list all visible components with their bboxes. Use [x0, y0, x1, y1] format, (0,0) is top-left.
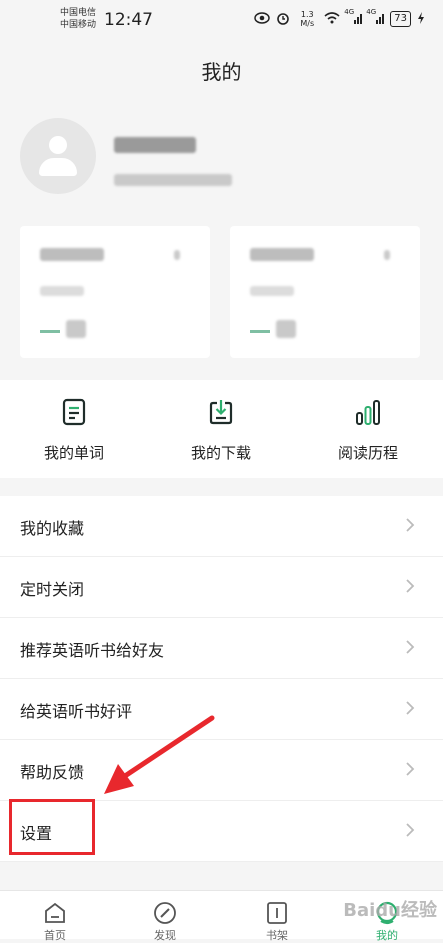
menu-item-label: 帮助反馈 — [20, 763, 85, 782]
eye-icon — [254, 11, 271, 27]
tab-discover[interactable]: 发现 — [110, 891, 220, 943]
user-subtitle-blurred — [114, 174, 232, 186]
quick-action-label: 我的单词 — [43, 444, 104, 462]
chevron-right-icon — [406, 579, 415, 593]
status-time: 12:47 — [104, 10, 153, 30]
battery-indicator: 73 — [390, 11, 411, 27]
quick-action-label: 我的下载 — [190, 444, 251, 462]
stats-card-left[interactable] — [20, 226, 210, 358]
watermark: Baidu经验 — [343, 900, 437, 921]
carrier-2: 中国移动 — [60, 20, 97, 30]
menu-item-label: 推荐英语听书给好友 — [20, 641, 165, 660]
avatar[interactable] — [20, 118, 96, 194]
carrier-1: 中国电信 — [60, 8, 97, 18]
stats-card-right[interactable] — [230, 226, 420, 358]
page-title: 我的 — [201, 60, 242, 84]
tab-home[interactable]: 首页 — [0, 891, 110, 943]
quick-action-label: 阅读历程 — [337, 444, 398, 462]
chevron-right-icon — [406, 518, 415, 532]
carrier-info: 中国电信 中国移动 — [60, 7, 96, 31]
network-speed: 1.3 M/s — [300, 10, 315, 28]
annotation-highlight-box — [9, 799, 95, 855]
status-icons: 1.3 M/s 4G 4G 73 — [254, 8, 425, 28]
chevron-right-icon — [406, 640, 415, 654]
menu-item-feedback[interactable]: 帮助反馈 — [0, 740, 443, 801]
compass-icon — [154, 902, 176, 924]
menu-item-recommend[interactable]: 推荐英语听书给好友 — [0, 618, 443, 679]
download-icon — [209, 400, 233, 425]
menu-item-label: 给英语听书好评 — [20, 702, 133, 721]
tab-label: 书架 — [266, 929, 288, 942]
signal-1-icon: 4G — [344, 8, 363, 27]
menu-item-label: 定时关闭 — [20, 580, 85, 599]
charging-icon — [417, 11, 425, 27]
menu-item-sleep-timer[interactable]: 定时关闭 — [0, 557, 443, 618]
quick-actions: 我的单词 我的下载 阅读历程 — [0, 380, 443, 478]
tab-bookshelf[interactable]: 书架 — [222, 891, 332, 943]
bookshelf-icon — [267, 902, 287, 924]
menu-item-rate-app[interactable]: 给英语听书好评 — [0, 679, 443, 740]
quick-action-reading-history[interactable]: 阅读历程 — [308, 398, 428, 463]
tab-label: 首页 — [44, 929, 66, 942]
alarm-icon — [276, 11, 290, 28]
signal-2-icon: 4G — [366, 8, 385, 27]
menu-item-favorites[interactable]: 我的收藏 — [0, 496, 443, 557]
signal-2-label: 4G — [366, 7, 377, 16]
signal-1-label: 4G — [344, 7, 355, 16]
word-book-icon — [62, 398, 86, 426]
menu-item-label: 我的收藏 — [20, 519, 85, 538]
tab-label: 我的 — [376, 929, 398, 942]
username-blurred[interactable] — [114, 137, 196, 153]
quick-action-downloads[interactable]: 我的下载 — [161, 398, 281, 463]
wifi-icon — [324, 11, 340, 27]
chevron-right-icon — [406, 762, 415, 776]
status-bar: 中国电信 中国移动 12:47 1.3 M/s 4G 4G 73 — [0, 0, 443, 38]
chevron-right-icon — [406, 701, 415, 715]
home-icon — [45, 902, 65, 923]
tab-label: 发现 — [154, 929, 176, 942]
chevron-right-icon — [406, 823, 415, 837]
bar-chart-icon — [356, 400, 380, 425]
quick-action-words[interactable]: 我的单词 — [14, 398, 134, 463]
